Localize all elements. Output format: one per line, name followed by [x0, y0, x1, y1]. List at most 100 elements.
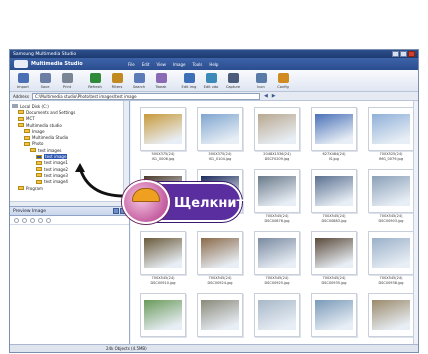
thumbnail-item[interactable]: 700X545(24) DSC00910.jpg: [137, 231, 189, 289]
toolbar-label: Print: [62, 85, 72, 89]
thumbnail-caption: 500X375(24): [208, 152, 232, 156]
menu-item[interactable]: Tools: [192, 62, 202, 67]
thumbnail-item[interactable]: [308, 293, 360, 346]
thumbnail-item[interactable]: 700X545(24) DSC00925.jpg: [251, 231, 303, 289]
toolbar-button-edit-vdo[interactable]: Edit vdo: [200, 73, 222, 89]
callout-text: Щелкните: [174, 196, 253, 211]
toolbar-button-edit-img[interactable]: Edit img: [178, 73, 200, 89]
edit-video-icon: [205, 73, 217, 83]
thumbnail-caption: DSC00938.jpg: [378, 281, 404, 285]
thumbnail-item[interactable]: [365, 293, 417, 346]
preview-header: Preview Image: [10, 206, 129, 216]
thumbnail-item[interactable]: 700X545(24) DSC00903.jpg: [365, 169, 417, 227]
toolbar-label: Tweak: [155, 85, 167, 89]
thumbnail-image: [144, 238, 182, 268]
thumbnail-frame: [197, 107, 243, 151]
mouse-icon: [122, 180, 170, 224]
menu-item[interactable]: Image: [173, 62, 186, 67]
thumbnail-caption: 700X525(24): [379, 152, 403, 156]
thumbnail-scrollbar[interactable]: [413, 101, 418, 346]
toolbar-button-tweak[interactable]: Tweak: [150, 73, 172, 89]
toolbar-button-capture[interactable]: Capture: [222, 73, 244, 89]
thumbnail-image: [372, 176, 410, 206]
thumbnail-frame: [311, 293, 357, 337]
thumbnail-image: [315, 238, 353, 268]
folder-icon: [36, 154, 42, 159]
folder-icon: [18, 123, 24, 128]
thumbnail-item[interactable]: 627X464(24) IS.jpg: [308, 107, 360, 165]
address-input[interactable]: C:\Multimedia studio\Photo\test images\t…: [31, 92, 260, 100]
thumbnail-caption: DSC00924.jpg: [207, 281, 233, 285]
title-bar: Samsung Multimedia Studio: [10, 50, 418, 58]
thumbnail-item[interactable]: 700X545(24) DSC00876.jpg: [251, 169, 303, 227]
thumbnail-caption: IS1_0104.jpg: [208, 157, 232, 161]
toolbar-button-config[interactable]: Config: [272, 73, 294, 89]
thumbnail-caption: 700X545(24): [151, 276, 175, 280]
rotate-icon[interactable]: [46, 217, 51, 223]
thumbnail-frame: [140, 293, 186, 337]
thumbnail-item[interactable]: 700X545(24) DSC00938.jpg: [365, 231, 417, 289]
preview-pin-button[interactable]: [113, 208, 119, 214]
fit-icon[interactable]: [30, 217, 35, 223]
thumbnail-caption: IS.jpg: [329, 157, 339, 161]
maximize-button[interactable]: [400, 51, 407, 57]
thumbnail-caption: 627X464(24): [322, 152, 346, 156]
menu-item[interactable]: View: [156, 62, 166, 67]
icon-view-icon: [255, 73, 267, 83]
address-label: Address: [13, 93, 29, 99]
thumbnail-image: [258, 238, 296, 268]
thumbnail-frame: [254, 293, 300, 337]
thumbnail-item[interactable]: [137, 293, 189, 346]
thumbnail-frame: [311, 231, 357, 275]
menu-item[interactable]: File: [128, 62, 135, 67]
menu-item[interactable]: Help: [209, 62, 218, 67]
close-button[interactable]: [408, 51, 415, 57]
toolbar-button-icon[interactable]: Icon: [250, 73, 272, 89]
capture-icon: [227, 73, 239, 83]
thumbnail-image: [201, 300, 239, 330]
thumbnail-frame: [368, 231, 414, 275]
tree-item-label: test image2: [44, 166, 68, 172]
thumbnail-item[interactable]: 700X525(24) IMG_0079.jpg: [365, 107, 417, 165]
forward-arrow-icon[interactable]: ▶: [272, 93, 276, 99]
thumbnail-item[interactable]: 500X375(24) IS1_0006.jpg: [137, 107, 189, 165]
zoom-out-icon[interactable]: [22, 217, 27, 223]
thumbnail-item[interactable]: 700X545(24) DSC00935.jpg: [308, 231, 360, 289]
minimize-button[interactable]: [392, 51, 399, 57]
thumbnail-item[interactable]: [194, 293, 246, 346]
thumbnail-frame: [254, 231, 300, 275]
toolbar-button-filters[interactable]: Filters: [106, 73, 128, 89]
toolbar-button-import[interactable]: Import: [12, 73, 34, 89]
toolbar-label: Import: [17, 85, 29, 89]
thumbnail-item[interactable]: 700X545(24) DSC00883.jpg: [308, 169, 360, 227]
toolbar-button-print[interactable]: Print: [56, 73, 78, 89]
toolbar-label: Config: [277, 85, 289, 89]
toolbar-button-refresh[interactable]: Refresh: [84, 73, 106, 89]
folder-icon: [36, 179, 42, 184]
thumbnail-item[interactable]: 500X375(24) IS1_0104.jpg: [194, 107, 246, 165]
menu-item[interactable]: Edit: [142, 62, 150, 67]
filters-icon: [111, 73, 123, 83]
config-icon: [277, 73, 289, 83]
preview-title: Preview Image: [13, 208, 47, 214]
toolbar-label: Edit vdo: [203, 85, 219, 89]
back-arrow-icon[interactable]: ◀: [264, 93, 268, 99]
left-pane: Local Disk (C:) Documents and Settings MCT…: [10, 101, 130, 346]
thumbnail-image: [201, 114, 239, 144]
thumbnail-caption: IMG_0079.jpg: [379, 157, 403, 161]
folder-icon: [36, 160, 42, 165]
thumbnail-caption: 700X545(24): [265, 214, 289, 218]
toolbar-button-search[interactable]: Search: [128, 73, 150, 89]
thumbnail-caption: 700X545(24): [379, 276, 403, 280]
zoom-in-icon[interactable]: [14, 217, 19, 223]
thumbnail-frame: [140, 231, 186, 275]
thumbnail-caption: 700X545(24): [322, 276, 346, 280]
toolbar-button-save[interactable]: Save: [34, 73, 56, 89]
thumbnail-item[interactable]: 2048X1536(24) DSCF0209.jpg: [251, 107, 303, 165]
thumbnail-item[interactable]: 700X545(24) DSC00924.jpg: [194, 231, 246, 289]
thumbnail-item[interactable]: [251, 293, 303, 346]
thumbnail-image: [258, 114, 296, 144]
toolbar-label: Refresh: [88, 85, 102, 89]
thumbnail-caption: 700X545(24): [208, 276, 232, 280]
actual-size-icon[interactable]: [38, 217, 43, 223]
